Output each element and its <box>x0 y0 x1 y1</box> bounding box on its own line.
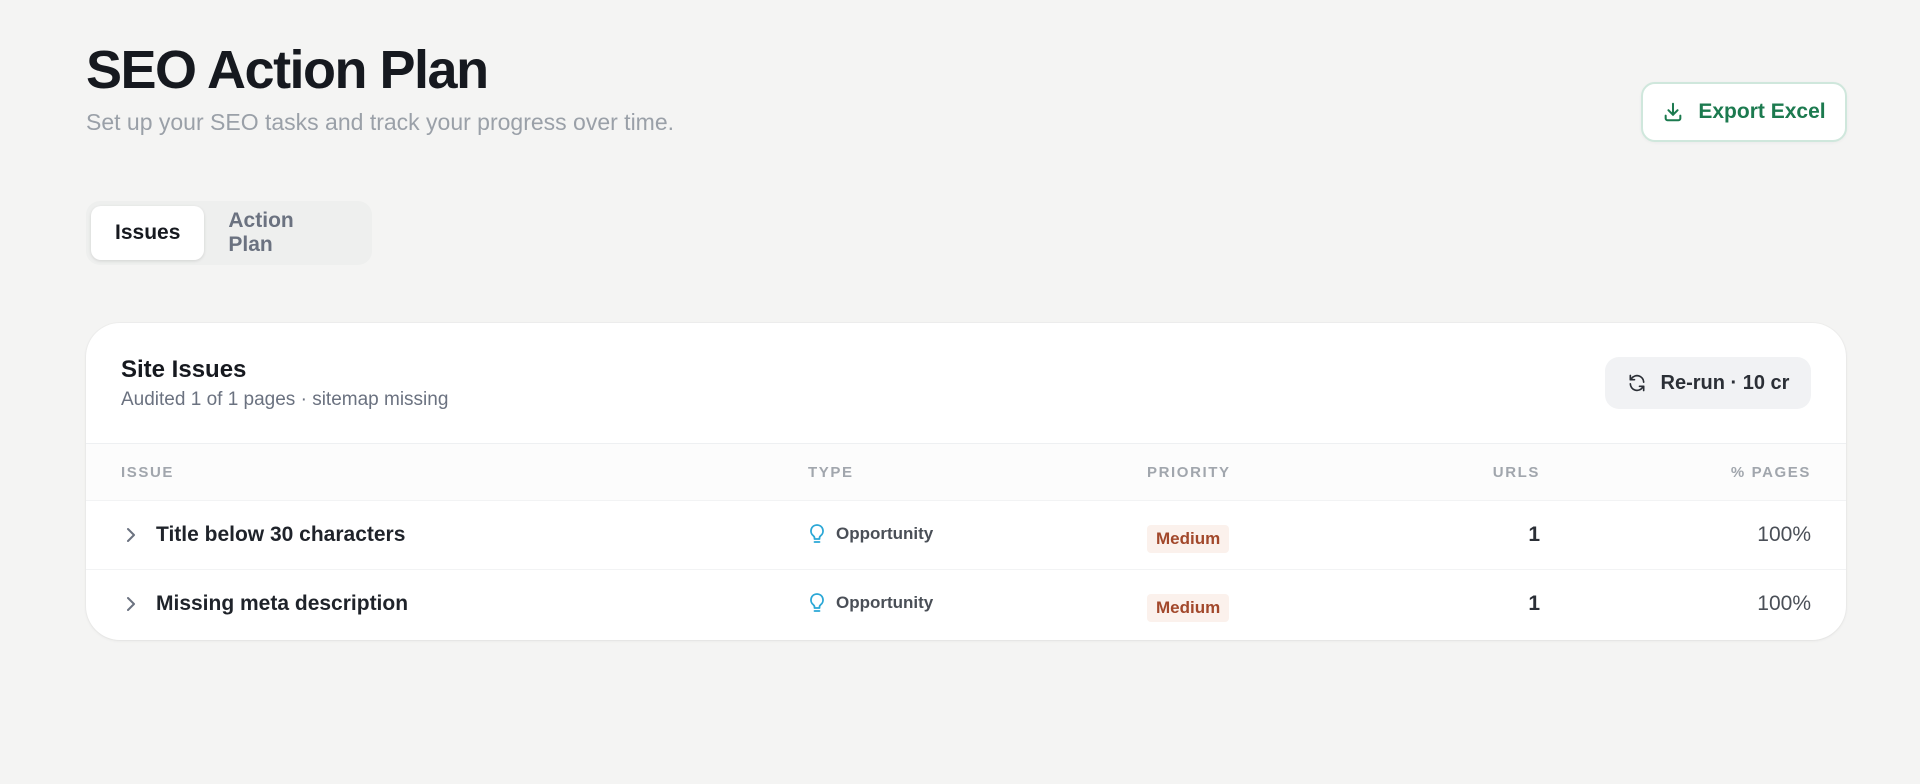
priority-badge: Medium <box>1147 594 1230 622</box>
card-header: Site Issues Audited 1 of 1 pages · sitem… <box>86 323 1846 444</box>
table-header: Issue Type Priority URLs % Pages <box>86 444 1846 501</box>
column-header-type[interactable]: Type <box>808 464 854 481</box>
card-subtitle: Audited 1 of 1 pages · sitemap missing <box>121 389 449 410</box>
column-header-priority[interactable]: Priority <box>1147 464 1231 481</box>
tab-action-plan[interactable]: Action Plan <box>204 206 367 260</box>
page-subtitle: Set up your SEO tasks and track your pro… <box>86 108 675 135</box>
page-title: SEO Action Plan <box>86 40 489 100</box>
pct-pages: 100% <box>1757 523 1811 546</box>
type-cell: Opportunity <box>808 523 933 545</box>
table-row[interactable]: Title below 30 characters Opportunity Me… <box>86 501 1846 570</box>
column-header-urls[interactable]: URLs <box>1460 464 1540 481</box>
card-title: Site Issues <box>121 356 247 383</box>
rerun-label: Re-run · 10 cr <box>1660 371 1790 394</box>
tab-bar: Issues Action Plan <box>86 201 372 265</box>
type-label: Opportunity <box>836 593 934 612</box>
column-header-pct-pages[interactable]: % Pages <box>1731 464 1811 481</box>
column-header-issue[interactable]: Issue <box>121 464 174 481</box>
lightbulb-icon <box>810 524 824 543</box>
table-row[interactable]: Missing meta description Opportunity Med… <box>86 570 1846 639</box>
rerun-button[interactable]: Re-run · 10 cr <box>1605 357 1811 409</box>
chevron-right-icon[interactable] <box>124 525 138 545</box>
type-cell: Opportunity <box>808 592 933 614</box>
lightbulb-icon <box>810 593 824 612</box>
urls-count: 1 <box>1528 523 1540 546</box>
priority-badge: Medium <box>1147 525 1230 553</box>
chevron-right-icon[interactable] <box>124 594 138 614</box>
issue-name: Missing meta description <box>156 592 409 615</box>
export-excel-label: Export Excel <box>1698 100 1826 123</box>
export-excel-button[interactable]: Export Excel <box>1641 82 1847 142</box>
tab-issues[interactable]: Issues <box>91 206 205 260</box>
urls-count: 1 <box>1528 592 1540 615</box>
page-header: SEO Action Plan Set up your SEO tasks an… <box>86 38 674 136</box>
refresh-icon <box>1629 374 1645 392</box>
site-issues-card: Site Issues Audited 1 of 1 pages · sitem… <box>86 323 1846 640</box>
pct-pages: 100% <box>1757 592 1811 615</box>
type-label: Opportunity <box>836 524 934 543</box>
page: SEO Action Plan Set up your SEO tasks an… <box>0 0 1920 784</box>
issue-name: Title below 30 characters <box>156 523 406 546</box>
download-icon <box>1665 102 1682 122</box>
